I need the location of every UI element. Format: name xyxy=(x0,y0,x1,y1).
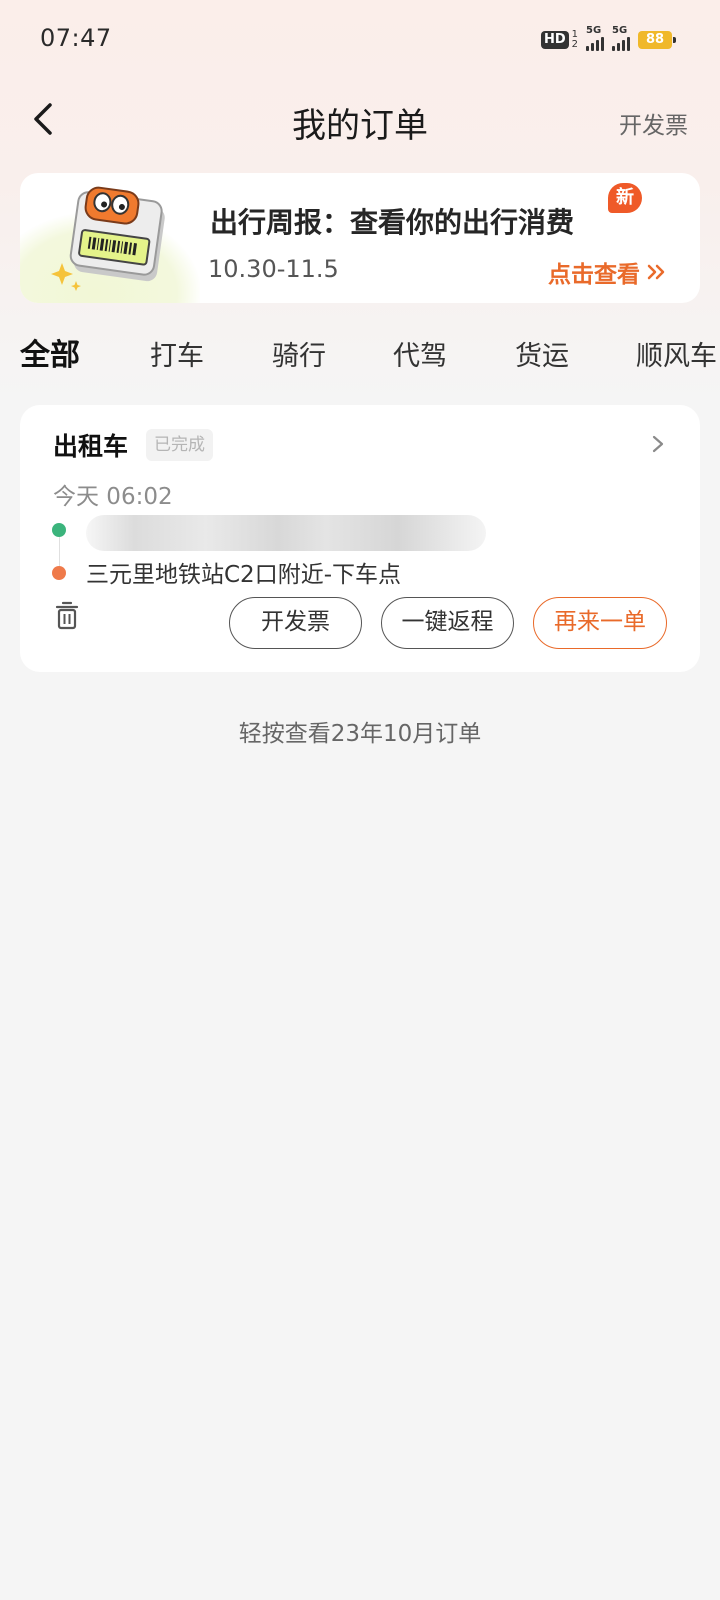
tab-cycling[interactable]: 骑行 xyxy=(272,334,326,373)
tab-taxi[interactable]: 打车 xyxy=(150,334,204,373)
history-orders-link[interactable]: 轻按查看23年10月订单 xyxy=(0,714,720,748)
report-view-label: 点击查看 xyxy=(548,262,640,288)
tab-carpool[interactable]: 顺风车 xyxy=(636,334,717,373)
invoice-link[interactable]: 开发票 xyxy=(619,106,688,140)
report-title: 出行周报：查看你的出行消费 xyxy=(210,206,575,239)
pickup-dot-icon xyxy=(52,523,66,537)
new-badge: 新 xyxy=(608,183,642,213)
order-type: 出租车 xyxy=(53,432,129,461)
return-trip-button[interactable]: 一键返程 xyxy=(381,597,514,649)
trash-icon[interactable] xyxy=(54,601,80,631)
report-date-range: 10.30-11.5 xyxy=(208,255,339,283)
battery-icon: 88 xyxy=(638,31,676,49)
status-badge: 已完成 xyxy=(146,429,213,461)
hd-sub-icon: 1 2 xyxy=(571,29,578,50)
signal-icon-sim2: 5G xyxy=(612,25,630,51)
signal-icon-sim1: 5G xyxy=(586,25,604,51)
hd-icon: HD xyxy=(540,31,569,49)
order-category-tabs: 全部 打车 骑行 代驾 货运 顺风车 xyxy=(0,330,720,380)
ticket-mascot-icon xyxy=(51,186,165,291)
status-bar: 07:47 HD 1 2 5G 5G 88 xyxy=(0,0,720,80)
tab-label: 全部 xyxy=(20,338,80,373)
pickup-address-redacted xyxy=(86,515,486,551)
page-title: 我的订单 xyxy=(292,106,428,146)
route-connector xyxy=(59,531,60,571)
navigation-bar: 我的订单 开发票 xyxy=(0,84,720,156)
invoice-button[interactable]: 开发票 xyxy=(229,597,362,649)
chevron-right-icon[interactable] xyxy=(650,433,666,455)
tab-designated-driver[interactable]: 代驾 xyxy=(393,334,447,373)
travel-report-banner[interactable]: 出行周报：查看你的出行消费 新 10.30-11.5 点击查看 xyxy=(20,173,700,303)
order-time: 今天 06:02 xyxy=(53,484,173,510)
report-view-link[interactable]: 点击查看 xyxy=(548,255,666,289)
double-chevron-right-icon xyxy=(647,264,665,280)
status-time: 07:47 xyxy=(40,24,112,52)
status-icons: HD 1 2 5G 5G 88 xyxy=(540,25,676,52)
order-card[interactable]: 出租车 已完成 今天 06:02 三元里地铁站C2口附近-下车点 开发票 一键返… xyxy=(20,405,700,672)
reorder-button[interactable]: 再来一单 xyxy=(533,597,667,649)
tab-freight[interactable]: 货运 xyxy=(515,334,569,373)
dropoff-address: 三元里地铁站C2口附近-下车点 xyxy=(86,562,401,588)
dropoff-dot-icon xyxy=(52,566,66,580)
tab-all[interactable]: 全部 xyxy=(20,330,102,374)
